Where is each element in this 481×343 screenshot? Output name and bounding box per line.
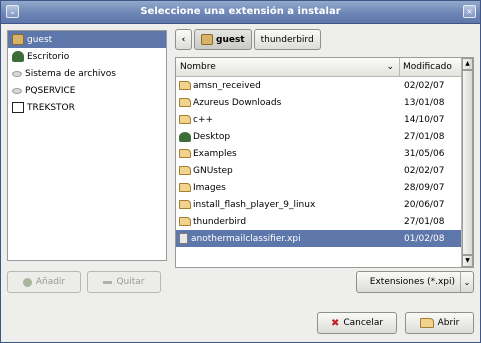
file-row[interactable]: amsn_received 02/02/07 (176, 77, 462, 94)
open-button[interactable]: Abrir (405, 312, 474, 334)
window-title: Seleccione una extensión a instalar (140, 6, 341, 17)
file-date: 01/02/08 (404, 233, 445, 244)
file-name: Examples (193, 148, 237, 159)
file-date: 28/09/07 (404, 182, 445, 193)
file-row[interactable]: Images 28/09/07 (176, 179, 462, 196)
file-rows: amsn_received 02/02/07 Azureus Downloads 1… (176, 77, 462, 247)
place-label: Escritorio (27, 51, 70, 62)
column-header-name[interactable]: Nombre ⌄ (176, 58, 400, 76)
folder-icon (179, 115, 191, 124)
file-date: 13/01/08 (404, 97, 445, 108)
file-date: 27/01/08 (404, 216, 445, 227)
file-name: Images (193, 182, 226, 193)
place-item-escritorio[interactable]: Escritorio (8, 48, 166, 65)
scroll-down-icon[interactable]: ▼ (462, 255, 473, 267)
file-date: 27/01/08 (404, 131, 445, 142)
place-item-trekstor[interactable]: TREKSTOR (8, 99, 166, 116)
file-name: c++ (193, 114, 214, 125)
column-date-label: Modificado (403, 62, 452, 72)
file-name: amsn_received (193, 80, 261, 91)
remove-label: Quitar (116, 277, 145, 287)
place-label: TREKSTOR (27, 102, 75, 113)
column-header-modified[interactable]: Modificado (400, 58, 462, 76)
place-label: guest (27, 34, 53, 45)
open-folder-icon (419, 318, 434, 328)
crumb-label: thunderbird (260, 34, 314, 45)
file-name: thunderbird (193, 216, 247, 227)
desktop-folder-icon (179, 131, 191, 142)
path-crumb-guest[interactable]: guest (194, 29, 252, 50)
remove-icon (103, 280, 113, 284)
remove-bookmark-button[interactable]: Quitar (87, 271, 161, 293)
chevron-down-icon: ⌄ (463, 277, 471, 287)
open-label: Abrir (437, 318, 460, 328)
folder-icon (179, 98, 191, 107)
add-bookmark-button[interactable]: Añadir (7, 271, 81, 293)
file-date: 02/02/07 (404, 165, 445, 176)
file-name: Azureus Downloads (193, 97, 282, 108)
filter-value: Extensiones (*.xpi) (369, 277, 455, 287)
path-crumb-thunderbird[interactable]: thunderbird (253, 29, 321, 50)
cancel-label: Cancelar (343, 318, 384, 328)
file-row[interactable]: thunderbird 27/01/08 (176, 213, 462, 230)
crumb-label: guest (216, 34, 245, 45)
disk-icon (12, 87, 22, 94)
file-row[interactable]: Desktop 27/01/08 (176, 128, 462, 145)
desktop-icon (12, 51, 24, 62)
file-chooser-dialog: ⌄ Seleccione una extensión a instalar × … (0, 0, 481, 343)
file-name: Desktop (193, 131, 231, 142)
cancel-icon: ✖ (330, 317, 340, 329)
chevron-left-icon: ‹ (181, 34, 186, 45)
title-bar[interactable]: ⌄ Seleccione una extensión a instalar × (1, 1, 480, 24)
vertical-scrollbar[interactable]: ▲ ▼ (461, 58, 473, 267)
folder-icon (179, 149, 191, 158)
file-row-selected[interactable]: anothermailclassifier.xpi 01/02/08 (176, 230, 462, 247)
filesystem-icon (12, 70, 22, 77)
file-row[interactable]: Examples 31/05/06 (176, 145, 462, 162)
folder-icon (179, 81, 191, 90)
file-date: 20/06/07 (404, 199, 445, 210)
file-list-header: Nombre ⌄ Modificado (176, 58, 462, 77)
file-row[interactable]: c++ 14/10/07 (176, 111, 462, 128)
cancel-button[interactable]: ✖ Cancelar (317, 312, 397, 334)
place-label: PQSERVICE (25, 85, 76, 96)
folder-icon (179, 200, 191, 209)
path-bar: ‹ guest thunderbird (175, 29, 323, 50)
file-date: 14/10/07 (404, 114, 445, 125)
file-row[interactable]: GNUstep 02/02/07 (176, 162, 462, 179)
path-back-button[interactable]: ‹ (175, 29, 192, 50)
add-label: Añadir (35, 277, 66, 287)
xpi-file-icon (179, 233, 188, 244)
folder-icon (179, 166, 191, 175)
sort-indicator-icon: ⌄ (386, 62, 394, 72)
scrollbar-thumb[interactable] (462, 70, 473, 255)
scroll-up-icon[interactable]: ▲ (462, 58, 473, 70)
place-item-guest[interactable]: guest (8, 31, 166, 48)
folder-icon (179, 183, 191, 192)
place-item-pqservice[interactable]: PQSERVICE (8, 82, 166, 99)
file-date: 02/02/07 (404, 80, 445, 91)
close-icon: × (466, 7, 473, 16)
file-list: Nombre ⌄ Modificado amsn_received 02/02/0… (175, 57, 474, 268)
folder-icon (179, 217, 191, 226)
add-icon (22, 277, 32, 287)
place-label: Sistema de archivos (25, 68, 116, 79)
file-name: GNUstep (193, 165, 233, 176)
close-button[interactable]: × (463, 5, 476, 18)
file-date: 31/05/06 (404, 148, 445, 159)
places-sidebar: guest Escritorio Sistema de archivos PQS… (7, 30, 167, 261)
file-name: install_flash_player_9_linux (193, 199, 316, 210)
file-name: anothermailclassifier.xpi (191, 233, 301, 244)
file-row[interactable]: install_flash_player_9_linux 20/06/07 (176, 196, 462, 213)
file-type-filter[interactable]: Extensiones (*.xpi) ⌄ (356, 271, 474, 293)
file-row[interactable]: Azureus Downloads 13/01/08 (176, 94, 462, 111)
home-folder-icon (201, 34, 213, 45)
home-folder-icon (12, 34, 24, 45)
place-item-filesystem[interactable]: Sistema de archivos (8, 65, 166, 82)
column-name-label: Nombre (180, 62, 216, 72)
usb-drive-icon (12, 102, 24, 113)
